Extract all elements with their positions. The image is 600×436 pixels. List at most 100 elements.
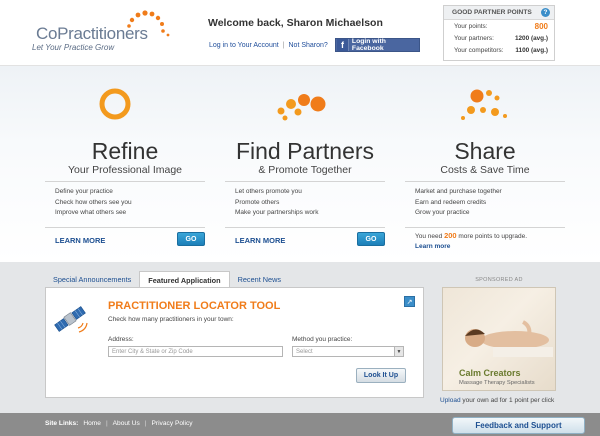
list-item: Promote others — [235, 198, 280, 206]
login-link[interactable]: Log in to Your Account — [209, 42, 279, 49]
method-label: Method you practice: — [292, 336, 353, 343]
upload-text: your own ad for 1 point per click — [462, 397, 555, 404]
upgrade-suffix: more points to upgrade. — [458, 233, 528, 240]
list-item: Define your practice — [55, 188, 113, 195]
address-input[interactable]: Enter City & State or Zip Code — [108, 346, 283, 357]
feature-list: Market and purchase together Earn and re… — [415, 187, 502, 219]
list-item: Check how others see you — [55, 198, 132, 206]
featured-application-panel: PRACTITIONER LOCATOR TOOL Check how many… — [45, 287, 424, 398]
facebook-login-button[interactable]: f Login with Facebook — [335, 38, 420, 52]
feature-share: Share Costs & Save Time Market and purch… — [405, 66, 565, 262]
satellite-icon — [54, 306, 88, 333]
ad-brand: Calm Creators — [459, 368, 521, 378]
method-select[interactable]: Select ▼ — [292, 346, 404, 357]
divider — [225, 181, 385, 182]
facebook-icon: f — [337, 39, 349, 51]
go-button[interactable]: GO — [177, 232, 205, 246]
tab-featured-application[interactable]: Featured Application — [139, 271, 230, 288]
divider — [405, 181, 565, 182]
address-label: Address: — [108, 336, 134, 343]
feature-subtitle: & Promote Together — [258, 164, 352, 176]
massage-person-image — [465, 320, 553, 357]
points-title: GOOD PARTNER POINTS — [452, 9, 532, 16]
tab-special-announcements[interactable]: Special Announcements — [45, 271, 139, 288]
ring-icon — [99, 88, 131, 120]
not-user-link[interactable]: Not Sharon? — [289, 42, 328, 49]
footer-link-home[interactable]: Home — [83, 420, 101, 427]
list-item: Market and purchase together — [415, 188, 502, 195]
feedback-button[interactable]: Feedback and Support — [452, 417, 585, 434]
site-footer: Site Links: Home | About Us | Privacy Po… — [0, 413, 600, 436]
logo-tagline: Let Your Practice Grow — [32, 43, 115, 52]
feature-title: Find Partners — [235, 138, 375, 164]
logo[interactable]: CoPractitioners Let Your Practice Grow — [30, 10, 190, 56]
list-item: Improve what others see — [55, 209, 127, 216]
feature-refine: Refine Your Professional Image Define yo… — [45, 66, 205, 262]
feature-list: Let others promote you Promote others Ma… — [235, 187, 318, 219]
divider — [45, 181, 205, 182]
footer-link-about[interactable]: About Us — [113, 420, 140, 427]
upload-link[interactable]: Upload — [440, 397, 461, 404]
help-icon[interactable]: ? — [541, 8, 550, 17]
upgrade-notice: You need 200 more points to upgrade. Lea… — [415, 231, 527, 252]
learn-more-link[interactable]: LEARN MORE — [55, 236, 105, 245]
points-row: Your competitors: 1100 (avg.) — [444, 44, 554, 56]
list-item: Earn and redeem credits — [415, 198, 487, 206]
list-item: Make your partnerships work — [235, 209, 319, 216]
points-value: 800 — [534, 21, 548, 31]
site-header: CoPractitioners Let Your Practice Grow W… — [0, 0, 600, 66]
separator: | — [105, 420, 108, 427]
list-item: Let others promote you — [235, 188, 302, 195]
lower-section: Special Announcements Featured Applicati… — [0, 262, 600, 413]
look-it-up-button[interactable]: Look It Up — [356, 368, 406, 383]
points-value: 1200 (avg.) — [514, 34, 548, 42]
ad-tagline: Massage Therapy Specialists — [459, 380, 535, 386]
sponsored-ad: SPONSORED AD Calm Creators Massage Thera… — [440, 277, 558, 404]
tool-title: PRACTITIONER LOCATOR TOOL — [108, 300, 281, 312]
points-label: Your points: — [454, 22, 488, 30]
dots-icon — [277, 94, 326, 121]
list-item: Grow your practice — [415, 209, 470, 216]
divider — [225, 227, 385, 228]
separator: | — [144, 420, 147, 427]
points-header: GOOD PARTNER POINTS ? — [444, 6, 554, 20]
feature-subtitle: Your Professional Image — [67, 164, 182, 176]
divider — [405, 227, 565, 228]
share-dots-icon — [461, 89, 507, 120]
logo-text: CoPractitioners — [36, 24, 148, 43]
points-label: Your partners: — [454, 34, 494, 42]
go-button[interactable]: GO — [357, 232, 385, 246]
welcome-message: Welcome back, Sharon Michaelson — [208, 17, 383, 29]
tool-subtitle: Check how many practitioners in your tow… — [108, 316, 234, 323]
feature-subtitle: Costs & Save Time — [440, 164, 530, 176]
chevron-down-icon: ▼ — [394, 347, 403, 356]
learn-more-link[interactable]: Learn more — [415, 242, 527, 252]
tab-bar: Special Announcements Featured Applicati… — [45, 271, 289, 288]
feature-list: Define your practice Check how others se… — [55, 187, 132, 219]
points-box: GOOD PARTNER POINTS ? Your points: 800 Y… — [443, 5, 555, 61]
learn-more-link[interactable]: LEARN MORE — [235, 236, 285, 245]
feature-title: Share — [454, 138, 516, 164]
feature-band: Refine Your Professional Image Define yo… — [0, 66, 600, 262]
feature-title: Refine — [91, 138, 159, 164]
ad-upload-note: Upload your own ad for 1 point per click — [440, 397, 558, 404]
upgrade-prefix: You need — [415, 233, 443, 240]
facebook-button-label: Login with Facebook — [351, 38, 386, 52]
method-select-value: Select — [296, 348, 313, 355]
separator: | — [282, 42, 285, 49]
ad-image[interactable]: Calm Creators Massage Therapy Specialist… — [442, 287, 556, 391]
account-links: Log in to Your Account | Not Sharon? — [209, 42, 328, 49]
feature-find-partners: Find Partners & Promote Together Let oth… — [225, 66, 385, 262]
external-link-icon[interactable]: ↗ — [404, 296, 415, 307]
footer-links: Site Links: Home | About Us | Privacy Po… — [45, 420, 193, 427]
divider — [45, 227, 205, 228]
points-label: Your competitors: — [454, 46, 504, 54]
tab-recent-news[interactable]: Recent News — [230, 271, 289, 288]
points-row: Your points: 800 — [444, 20, 554, 32]
points-value: 1100 (avg.) — [515, 46, 548, 54]
footer-link-privacy[interactable]: Privacy Policy — [152, 420, 193, 427]
ad-label: SPONSORED AD — [475, 277, 523, 283]
site-links-label: Site Links: — [45, 420, 79, 427]
upgrade-points: 200 — [444, 231, 457, 240]
points-row: Your partners: 1200 (avg.) — [444, 32, 554, 44]
